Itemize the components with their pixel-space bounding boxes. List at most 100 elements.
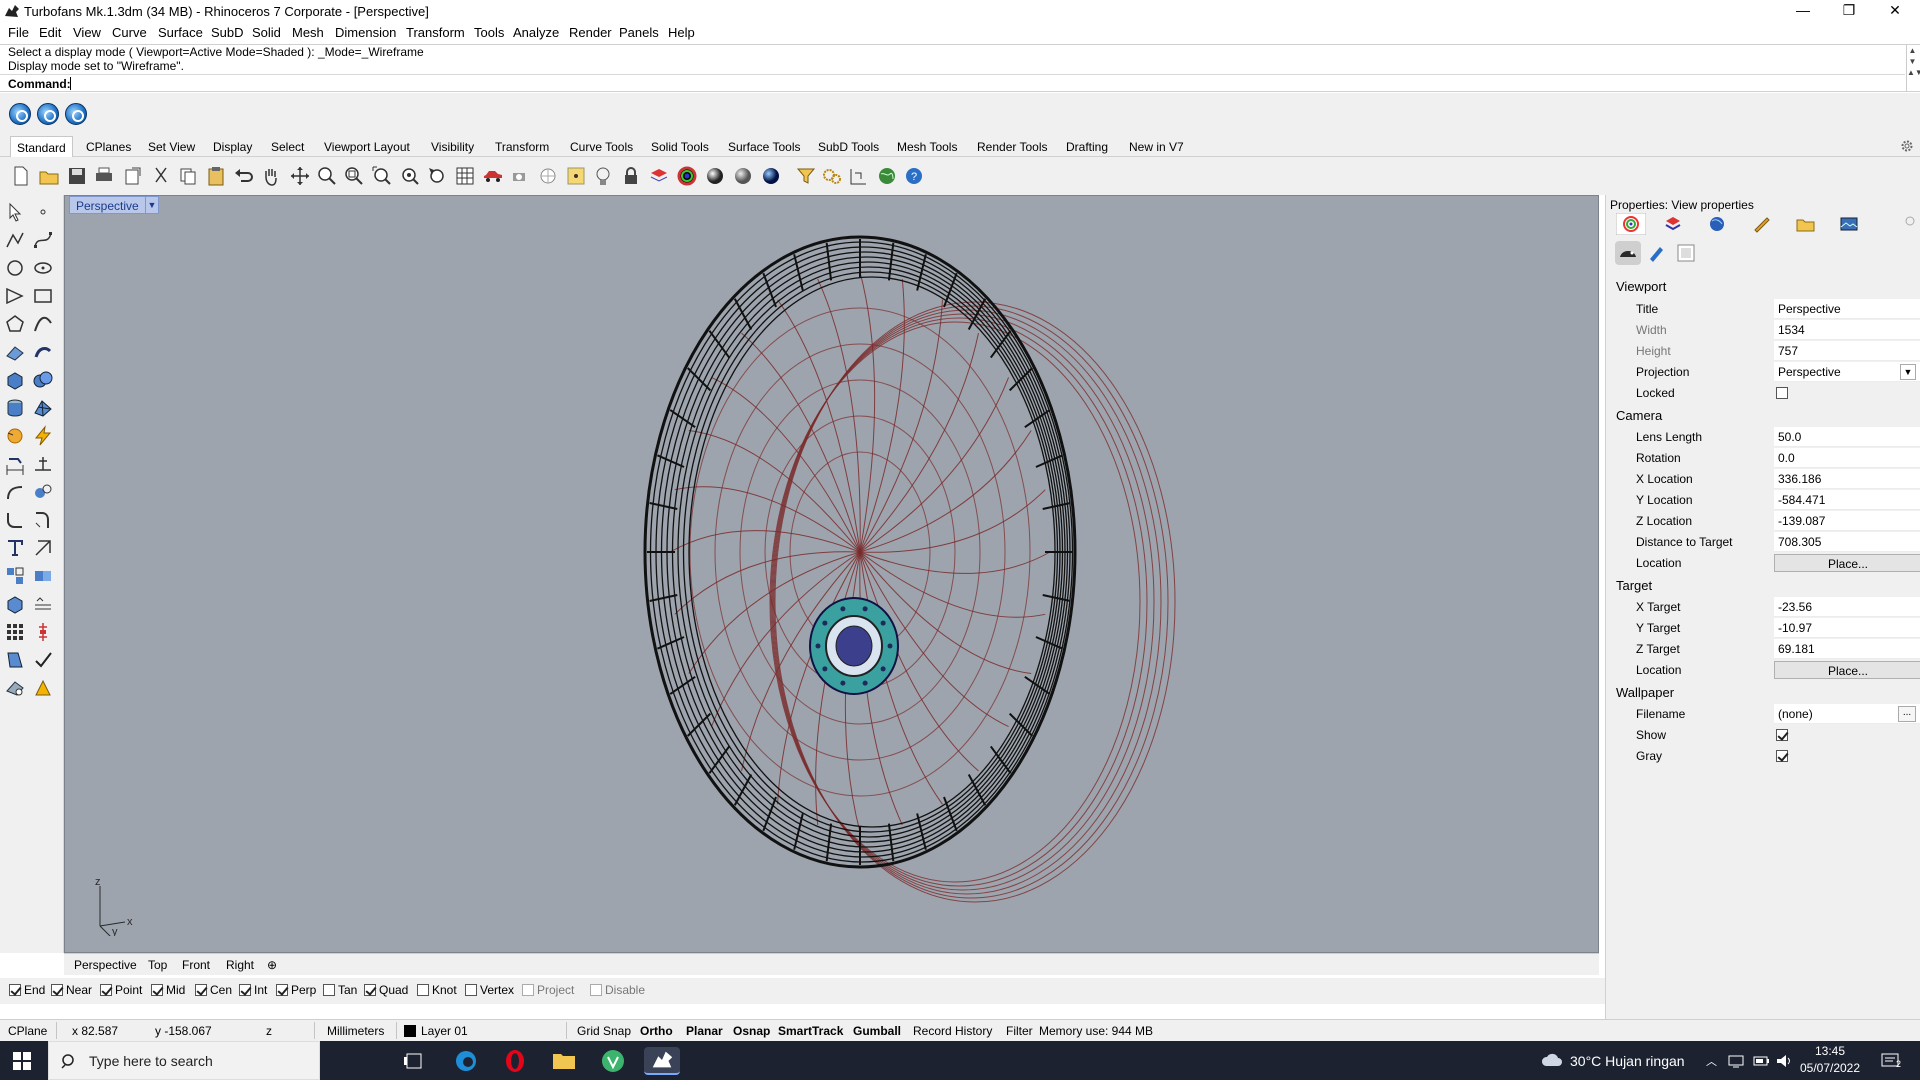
menu-dimension[interactable]: Dimension xyxy=(335,25,396,40)
osnap-int[interactable]: Int xyxy=(239,983,267,997)
shaded-sphere-icon[interactable] xyxy=(704,165,726,187)
tab-display[interactable]: Display xyxy=(213,140,252,154)
vp-tab-perspective[interactable]: Perspective xyxy=(74,958,137,972)
osnap-checkbox[interactable] xyxy=(100,984,112,996)
cplane-label[interactable]: CPlane xyxy=(8,1024,47,1040)
close-button[interactable]: ✕ xyxy=(1872,0,1918,22)
menu-help[interactable]: Help xyxy=(668,25,695,40)
copy-icon[interactable] xyxy=(177,165,199,187)
new-file-icon[interactable] xyxy=(10,165,32,187)
edge-browser-icon[interactable] xyxy=(448,1047,484,1075)
file-explorer-icon[interactable] xyxy=(546,1047,582,1075)
planar-toggle[interactable]: Planar xyxy=(686,1024,723,1040)
vpn-app-icon[interactable] xyxy=(595,1047,631,1075)
help-icon[interactable]: ? xyxy=(903,165,925,187)
chevron-down-icon[interactable]: ▼ xyxy=(1900,364,1916,380)
menu-tools[interactable]: Tools xyxy=(474,25,504,40)
osnap-checkbox[interactable] xyxy=(276,984,288,996)
surface-corner-icon[interactable] xyxy=(4,341,26,363)
menu-solid[interactable]: Solid xyxy=(252,25,281,40)
locked-checkbox[interactable] xyxy=(1776,387,1788,399)
osnap-project[interactable]: Project xyxy=(522,983,574,997)
record-history-toggle[interactable]: Record History xyxy=(913,1024,992,1040)
dimension-icon[interactable] xyxy=(848,165,870,187)
object-properties-tab-icon[interactable] xyxy=(1616,213,1646,235)
light-bulb-icon[interactable] xyxy=(592,165,614,187)
polygon-icon[interactable] xyxy=(4,313,26,335)
cylinder-icon[interactable] xyxy=(4,397,26,419)
libraries-tab-icon[interactable] xyxy=(1790,213,1820,235)
tab-curve-tools[interactable]: Curve Tools xyxy=(570,140,633,154)
tab-drafting[interactable]: Drafting xyxy=(1066,140,1108,154)
grid-snap-toggle[interactable]: Grid Snap xyxy=(577,1024,631,1040)
text-icon[interactable] xyxy=(4,537,26,559)
minimize-button[interactable]: — xyxy=(1780,0,1826,22)
menu-analyze[interactable]: Analyze xyxy=(513,25,559,40)
osnap-checkbox[interactable] xyxy=(417,984,429,996)
clock-date[interactable]: 05/07/2022 xyxy=(1798,1061,1862,1075)
fillet-icon[interactable] xyxy=(4,509,26,531)
rotation-field[interactable]: 0.0 xyxy=(1774,448,1920,468)
grid-view-icon[interactable] xyxy=(454,165,476,187)
title-field[interactable]: Perspective xyxy=(1774,299,1920,319)
tab-cplanes[interactable]: CPlanes xyxy=(86,140,131,154)
menu-mesh[interactable]: Mesh xyxy=(292,25,324,40)
lens-length-field[interactable]: 50.0 xyxy=(1774,427,1920,447)
point-icon[interactable] xyxy=(32,201,54,223)
z-target-field[interactable]: 69.181 xyxy=(1774,639,1920,659)
bend-icon[interactable] xyxy=(4,481,26,503)
command-input[interactable]: Command: xyxy=(0,74,1905,92)
lock-icon[interactable] xyxy=(620,165,642,187)
osnap-point[interactable]: Point xyxy=(100,983,142,997)
windows-start-icon[interactable] xyxy=(12,1051,32,1071)
save-icon[interactable] xyxy=(66,165,88,187)
mesh-repair-icon[interactable] xyxy=(4,677,26,699)
osnap-checkbox[interactable] xyxy=(522,984,534,996)
zoom-selected-icon[interactable] xyxy=(399,165,421,187)
rendered-sphere-icon[interactable] xyxy=(732,165,754,187)
network-icon[interactable] xyxy=(1727,1053,1745,1069)
box-solid-icon[interactable] xyxy=(4,369,26,391)
vp-tab-top[interactable]: Top xyxy=(148,958,167,972)
tab-viewport-layout[interactable]: Viewport Layout xyxy=(324,140,410,154)
volume-icon[interactable] xyxy=(1775,1053,1793,1069)
render-icon[interactable] xyxy=(4,425,26,447)
camera-place-button[interactable]: Place... xyxy=(1774,554,1920,572)
task-view-icon[interactable] xyxy=(396,1047,432,1075)
osnap-quad[interactable]: Quad xyxy=(364,983,408,997)
osnap-checkbox[interactable] xyxy=(590,984,602,996)
wheel-wireframe-model[interactable] xyxy=(65,196,1599,953)
add-viewport-tab-button[interactable]: ⊕ xyxy=(267,958,277,972)
osnap-near[interactable]: Near xyxy=(51,983,92,997)
vp-tab-front[interactable]: Front xyxy=(182,958,210,972)
weather-cloud-icon[interactable] xyxy=(1540,1050,1564,1070)
osnap-checkbox[interactable] xyxy=(239,984,251,996)
menu-transform[interactable]: Transform xyxy=(406,25,465,40)
export-icon[interactable] xyxy=(122,165,144,187)
x-target-field[interactable]: -23.56 xyxy=(1774,597,1920,617)
osnap-checkbox[interactable] xyxy=(151,984,163,996)
car-icon[interactable] xyxy=(482,165,504,187)
dimension-tool-icon[interactable] xyxy=(4,453,26,475)
environment-tab-icon[interactable] xyxy=(1834,213,1864,235)
rhino-sphere-icon[interactable] xyxy=(9,103,31,125)
tab-subd-tools[interactable]: SubD Tools xyxy=(818,140,879,154)
gray-checkbox[interactable] xyxy=(1776,750,1788,762)
osnap-checkbox[interactable] xyxy=(364,984,376,996)
render-settings-icon[interactable] xyxy=(32,677,54,699)
tab-transform[interactable]: Transform xyxy=(495,140,549,154)
filter-toggle[interactable]: Filter xyxy=(1006,1024,1033,1040)
menu-panels[interactable]: Panels xyxy=(619,25,659,40)
menu-render[interactable]: Render xyxy=(569,25,612,40)
annotation-icon[interactable] xyxy=(32,453,54,475)
curve-from-objects-icon[interactable] xyxy=(32,313,54,335)
layer-icon[interactable] xyxy=(648,165,670,187)
tab-solid-tools[interactable]: Solid Tools xyxy=(651,140,709,154)
undo-icon[interactable] xyxy=(233,165,255,187)
menu-curve[interactable]: Curve xyxy=(112,25,147,40)
command-scrollbar[interactable]: ▲ ▼ ▲▼ xyxy=(1906,45,1920,92)
clock-time[interactable]: 13:45 xyxy=(1804,1044,1856,1058)
rotate-view-icon[interactable] xyxy=(289,165,311,187)
browse-button[interactable]: ... xyxy=(1898,706,1916,722)
rectangle-icon[interactable] xyxy=(32,285,54,307)
